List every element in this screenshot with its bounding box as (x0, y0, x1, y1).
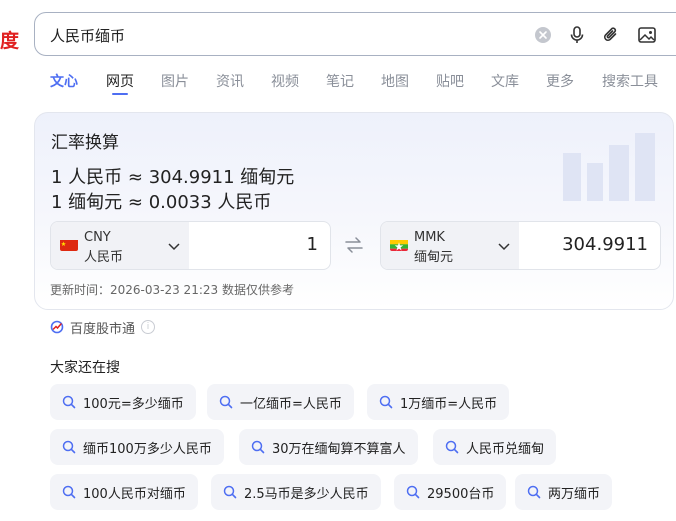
related-search-chip[interactable]: 30万在缅甸算不算富人 (239, 429, 418, 465)
to-amount-input[interactable] (528, 234, 648, 255)
clear-icon[interactable] (533, 25, 553, 45)
chip-label: 人民币兑缅甸 (466, 441, 545, 457)
active-tab-indicator (112, 93, 128, 95)
building-decoration (563, 133, 655, 201)
search-icon (223, 485, 237, 499)
exchange-rate-card: 汇率换算 1 人民币 ≈ 304.9911 缅甸元 1 缅甸元 ≈ 0.0033… (34, 112, 674, 310)
to-currency-name: 缅甸元 (414, 250, 454, 265)
to-currency-box: MMK 缅甸元 (380, 221, 661, 270)
related-search-chip[interactable]: 两万缅币 (515, 474, 613, 510)
from-currency-name: 人民币 (84, 250, 124, 265)
from-currency-box: CNY 人民币 (50, 221, 331, 270)
chip-label: 1万缅币=人民币 (400, 396, 498, 412)
to-currency-code: MMK (414, 230, 445, 245)
myanmar-flag-icon (390, 238, 408, 251)
tab-wenku[interactable]: 文库 (491, 71, 519, 91)
chip-label: 缅币100万多少人民币 (83, 441, 212, 457)
china-flag-icon (60, 238, 78, 251)
search-icon (62, 440, 76, 454)
search-icon (62, 485, 76, 499)
related-search-chip[interactable]: 缅币100万多少人民币 (50, 429, 224, 465)
related-search-chip[interactable]: 1万缅币=人民币 (367, 384, 510, 420)
source-label: 百度股市通 (70, 321, 136, 337)
search-icon (445, 440, 459, 454)
related-search-chip[interactable]: 2.5马币是多少人民币 (211, 474, 381, 510)
related-search-chip[interactable]: 100人民币对缅币 (50, 474, 198, 510)
related-search-chip[interactable]: 人民币兑缅甸 (433, 429, 557, 465)
chip-label: 两万缅币 (548, 486, 601, 502)
chevron-down-icon (498, 243, 510, 251)
search-input[interactable] (50, 24, 510, 46)
related-search-chip[interactable]: 一亿缅币=人民币 (207, 384, 354, 420)
tab-news[interactable]: 资讯 (216, 71, 244, 91)
card-title: 汇率换算 (51, 133, 119, 153)
tab-more[interactable]: 更多 (546, 71, 574, 91)
search-icon (62, 395, 76, 409)
baidu-logo-fragment[interactable]: 度 (0, 26, 19, 53)
chip-label: 100元=多少缅币 (83, 396, 184, 412)
tab-tieba[interactable]: 贴吧 (436, 71, 464, 91)
source-attribution[interactable]: 百度股市通 i (50, 318, 156, 337)
related-search-chip[interactable]: 100元=多少缅币 (50, 384, 196, 420)
tab-wenxin[interactable]: 文心 (50, 71, 78, 91)
search-icon (406, 485, 420, 499)
tab-video[interactable]: 视频 (271, 71, 299, 91)
info-icon[interactable]: i (141, 320, 156, 334)
search-icon (379, 395, 393, 409)
chip-label: 100人民币对缅币 (83, 486, 186, 502)
chip-label: 2.5马币是多少人民币 (244, 486, 369, 502)
image-search-icon[interactable] (637, 25, 657, 45)
chip-label: 29500台币 (427, 486, 495, 502)
search-box[interactable] (34, 12, 676, 56)
from-currency-select[interactable]: CNY 人民币 (51, 222, 189, 269)
tab-images[interactable]: 图片 (161, 71, 189, 91)
to-currency-select[interactable]: MMK 缅甸元 (381, 222, 519, 269)
microphone-icon[interactable] (567, 25, 587, 45)
search-icon (251, 440, 265, 454)
related-searches-title: 大家还在搜 (50, 360, 120, 376)
search-icon (219, 395, 233, 409)
attachment-icon[interactable] (601, 25, 621, 45)
from-currency-code: CNY (84, 230, 111, 245)
from-amount-input[interactable] (198, 234, 318, 255)
related-search-chip[interactable]: 29500台币 (394, 474, 507, 510)
tab-web[interactable]: 网页 (106, 71, 134, 91)
search-tabs: 文心 网页 图片 资讯 视频 笔记 地图 贴吧 文库 更多 搜索工具 (0, 71, 676, 95)
chevron-down-icon (168, 243, 180, 251)
chip-label: 30万在缅甸算不算富人 (272, 441, 406, 457)
stock-logo-icon (50, 320, 64, 334)
update-time: 更新时间：2026-03-23 21:23 数据仅供参考 (50, 283, 294, 297)
rate-forward: 1 人民币 ≈ 304.9911 缅甸元 (51, 167, 295, 188)
tab-notes[interactable]: 笔记 (326, 71, 354, 91)
tab-map[interactable]: 地图 (381, 71, 409, 91)
chip-label: 一亿缅币=人民币 (240, 396, 342, 412)
rate-reverse: 1 缅甸元 ≈ 0.0033 人民币 (51, 192, 272, 213)
search-icon (527, 485, 541, 499)
swap-icon[interactable] (344, 237, 364, 253)
tab-search-tools[interactable]: 搜索工具 (602, 71, 658, 91)
